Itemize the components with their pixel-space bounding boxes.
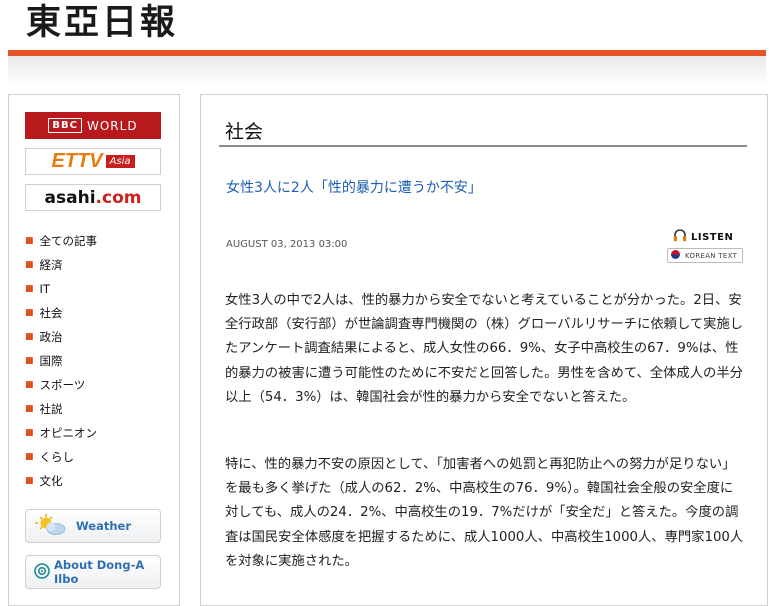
nav-item-all-articles[interactable]: ■ 全ての記事: [25, 229, 97, 253]
bullet-icon: ■: [25, 308, 34, 318]
nav-item-it[interactable]: ■ IT: [25, 277, 97, 301]
donga-emblem-icon: [34, 562, 50, 582]
nav-label: 社説: [39, 402, 63, 416]
bullet-icon: ■: [25, 356, 34, 366]
nav-label: IT: [39, 282, 50, 296]
about-label: About Dong-A Ilbo: [54, 558, 145, 586]
sun-cloud-icon: [34, 513, 68, 540]
article-paragraph: 女性3人の中で2人は、性的暴力から安全でないと考えていることが分かった。2日、安…: [225, 293, 744, 405]
nav-label: 政治: [39, 330, 63, 344]
ettv-logo-text: ETTV: [51, 150, 103, 172]
nav-item-economy[interactable]: ■ 経済: [25, 253, 97, 277]
site-header: 東亞日報: [0, 0, 769, 58]
korea-flag-icon: [671, 250, 680, 261]
bullet-icon: ■: [25, 452, 34, 462]
nav-label: くらし: [39, 450, 75, 464]
nav-label: オピニオン: [39, 426, 98, 440]
nav-item-politics[interactable]: ■ 政治: [25, 325, 97, 349]
asahi-prefix: asahi: [44, 187, 96, 208]
bullet-icon: ■: [25, 380, 34, 390]
asahi-link[interactable]: asahi .com: [25, 184, 161, 211]
article-panel: 社会 女性3人に2人「性的暴力に遭うか不安」 AUGUST 03, 2013 0…: [200, 94, 768, 606]
nav-item-lifestyle[interactable]: ■ くらし: [25, 445, 97, 469]
korean-text-label: KOREAN TEXT: [685, 251, 738, 260]
top-utility-links[interactable]: [500, 0, 572, 7]
headphones-icon: [673, 229, 687, 245]
bullet-icon: ■: [25, 260, 34, 270]
nav-item-sports[interactable]: ■ スポーツ: [25, 373, 97, 397]
nav-item-society[interactable]: ■ 社会: [25, 301, 97, 325]
asahi-suffix: .com: [95, 187, 142, 208]
nav-label: 国際: [39, 354, 63, 368]
bullet-icon: ■: [25, 284, 34, 294]
left-sidebar: BBC WORLD ETTV Asia asahi .com ■ 全ての記事 ■ 経済…: [8, 94, 180, 606]
nav-label: スポーツ: [39, 378, 86, 392]
weather-label: Weather: [76, 519, 131, 533]
nav-item-culture[interactable]: ■ 文化: [25, 469, 97, 493]
article-paragraph: 特に、性的暴力不安の原因として、「加害者への処罰と再犯防止への努力が足りない」を…: [225, 457, 744, 569]
category-nav: ■ 全ての記事 ■ 経済 ■ IT ■ 社会 ■ 政治 ■ 国際 ■ スポーツ ■ 社説 ■ オピ…: [25, 229, 97, 493]
nav-label: 文化: [39, 474, 63, 488]
nav-label: 社会: [39, 306, 63, 320]
nav-label: 経済: [39, 258, 63, 272]
nav-item-opinion[interactable]: ■ オピニオン: [25, 421, 97, 445]
listen-label: LISTEN: [691, 231, 734, 243]
article-headline: 女性3人に2人「性的暴力に遭うか不安」: [226, 180, 482, 196]
bullet-icon: ■: [25, 236, 34, 246]
bbc-world-link[interactable]: BBC WORLD: [25, 112, 161, 139]
bullet-icon: ■: [25, 332, 34, 342]
section-divider: [219, 145, 747, 147]
nav-item-international[interactable]: ■ 国際: [25, 349, 97, 373]
bbc-mark: BBC: [48, 118, 82, 133]
ettv-asia-tag: Asia: [105, 155, 135, 168]
bullet-icon: ■: [25, 476, 34, 486]
weather-button[interactable]: Weather: [25, 509, 161, 543]
about-dong-a-button[interactable]: About Dong-A Ilbo: [25, 555, 161, 589]
nav-item-editorial[interactable]: ■ 社説: [25, 397, 97, 421]
bbc-world-label: WORLD: [87, 118, 138, 133]
ettv-asia-link[interactable]: ETTV Asia: [25, 148, 161, 175]
nav-label: 全ての記事: [39, 234, 98, 248]
donga-logo[interactable]: 東亞日報: [26, 2, 178, 44]
bullet-icon: ■: [25, 428, 34, 438]
section-title: 社会: [225, 121, 264, 143]
listen-button[interactable]: LISTEN: [673, 229, 733, 245]
header-gradient-band: [8, 56, 766, 86]
korean-text-button[interactable]: KOREAN TEXT: [667, 248, 743, 263]
bullet-icon: ■: [25, 404, 34, 414]
article-date: AUGUST 03, 2013 03:00: [226, 239, 348, 250]
